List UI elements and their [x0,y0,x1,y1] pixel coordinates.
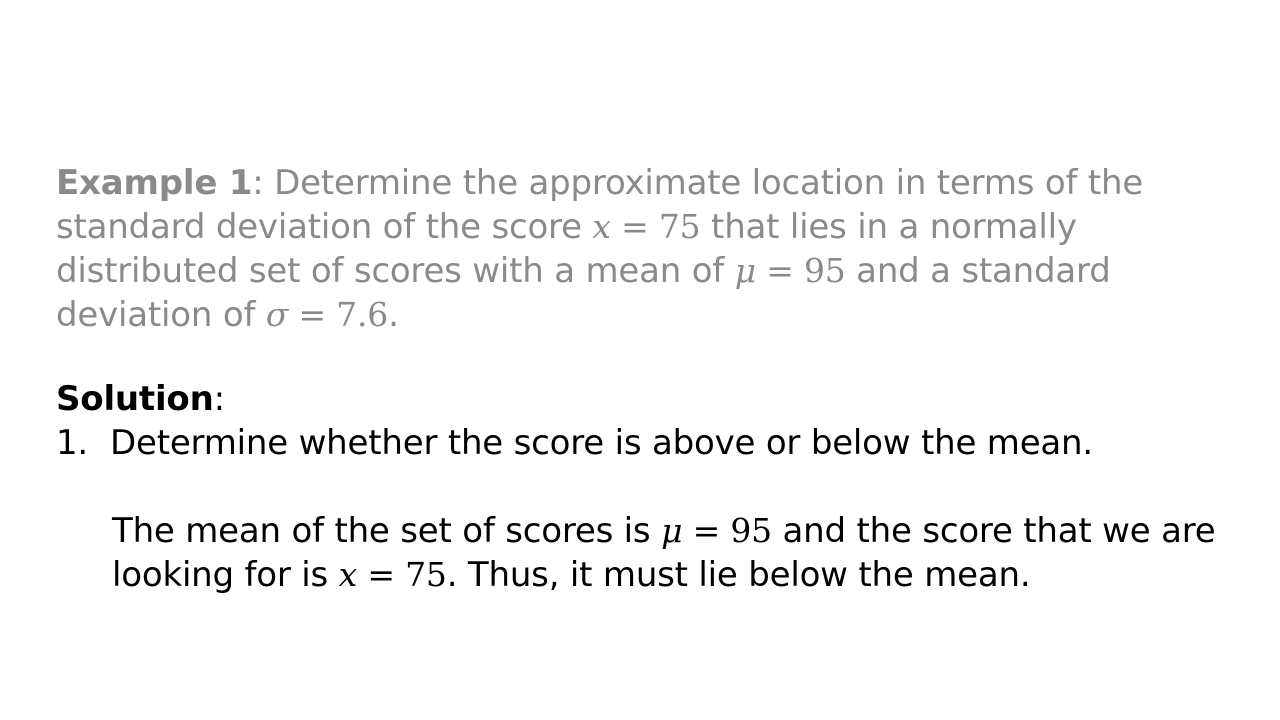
mean-equation: μ = 95 [734,251,846,290]
solution-heading: Solution: [56,378,225,421]
step-text: Determine whether the score is above or … [110,423,1094,463]
explanation-score-equation: x = 75 [338,555,447,594]
solution-step: 1. Determine whether the score is above o… [56,422,1256,465]
sd-equation: σ = 7.6 [265,295,389,334]
example-text-4: . [388,295,399,335]
explanation-text-1: The mean of the set of scores is [112,511,662,551]
solution-colon: : [213,379,225,419]
score-equation: x = 75 [592,207,701,246]
example-label: Example 1 [56,163,253,203]
explanation-text-3: . Thus, it must lie below the mean. [446,555,1031,595]
step-explanation: The mean of the set of scores is μ = 95 … [112,509,1222,597]
solution-label: Solution [56,379,214,419]
step-number: 1. [56,423,89,463]
explanation-mean-equation: μ = 95 [661,511,772,550]
example-problem: Example 1: Determine the approximate loc… [56,162,1236,337]
slide: Example 1: Determine the approximate loc… [0,0,1280,720]
